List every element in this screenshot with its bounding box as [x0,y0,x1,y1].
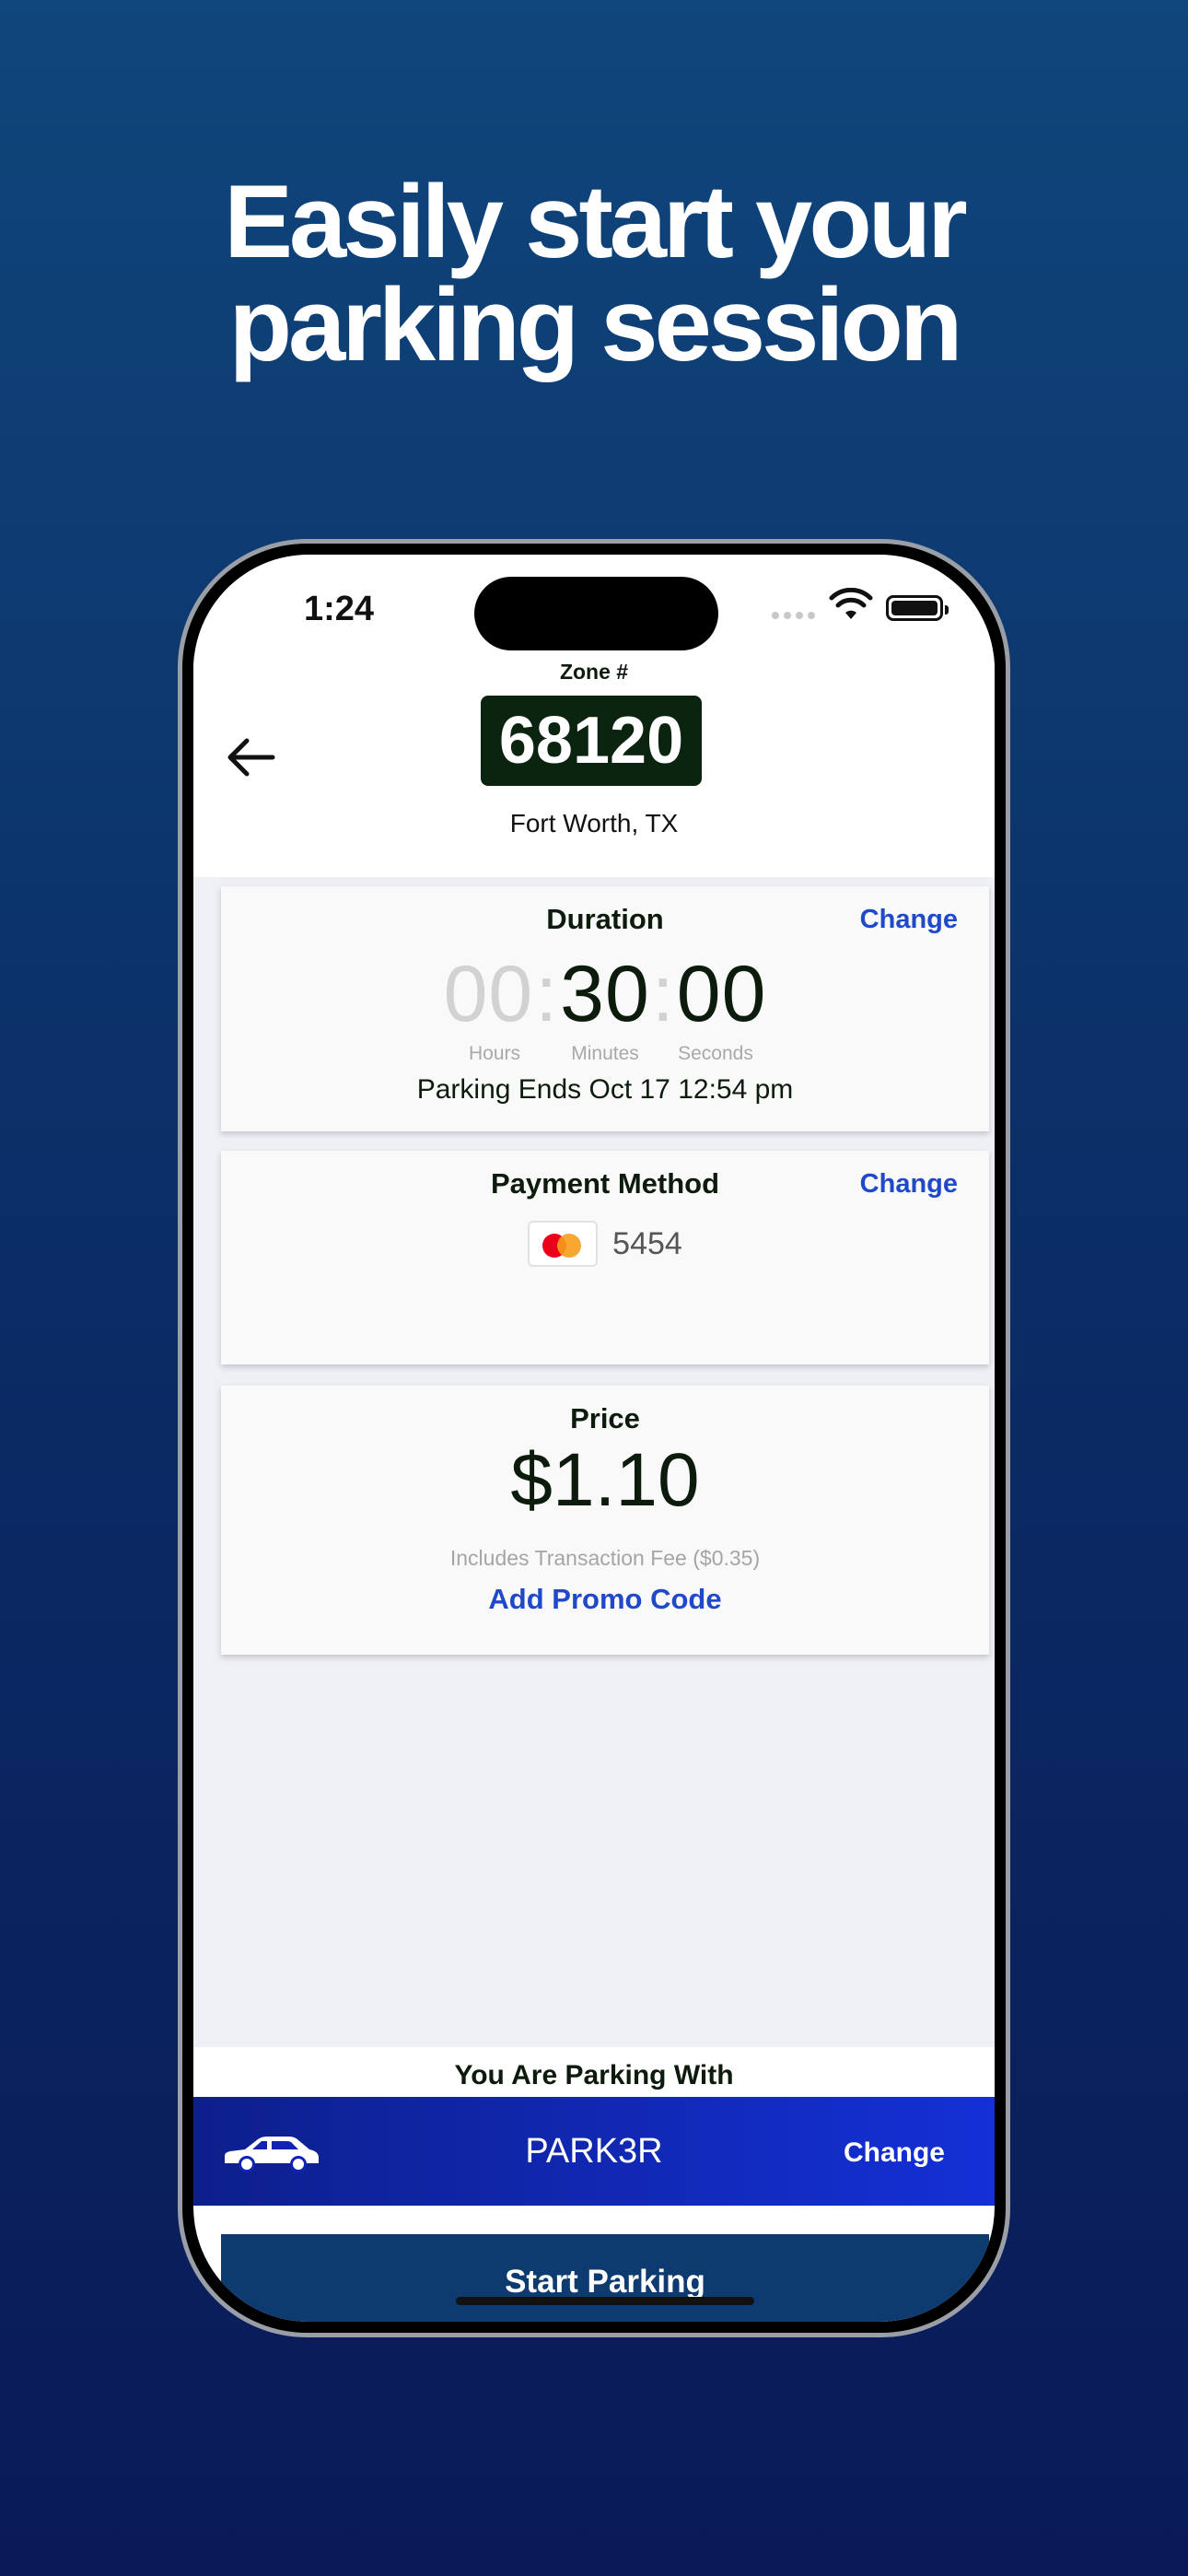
promo-headline: Easily start your parking session [0,170,1188,377]
home-indicator[interactable] [456,2297,754,2305]
zone-number: 68120 [481,696,702,786]
dynamic-island [474,577,718,650]
mastercard-icon [528,1221,599,1267]
timer-separator: : [535,950,559,1038]
price-title: Price [570,1402,640,1434]
status-bar: 1:24 [193,555,995,656]
wifi-icon [829,588,873,619]
change-payment-button[interactable]: Change [860,1169,958,1200]
parking-with-heading: You Are Parking With [193,2047,995,2097]
parking-ends-text: Parking Ends Oct 17 12:54 pm [416,1074,794,1105]
price-amount: $1.10 [510,1438,700,1522]
change-duration-button[interactable]: Change [860,905,958,935]
vehicle-bar: PARK3R Change [193,2097,995,2206]
zone-label: Zone # [559,660,629,684]
payment-method-card: Payment Method Change 5454 [221,1151,989,1364]
price-card: Price $1.10 Includes Transaction Fee ($0… [221,1386,989,1655]
cellular-signal-icon [772,612,815,619]
minutes-label: Minutes [571,1043,639,1064]
promo-headline-line2: parking session [228,267,963,382]
duration-minutes: 30 [560,950,650,1038]
timer-separator: : [651,950,675,1038]
hours-label: Hours [468,1043,521,1064]
card-last4: 5454 [612,1225,682,1261]
back-arrow-icon [227,738,275,777]
promo-headline-line1: Easily start your [224,164,968,279]
status-time: 1:24 [304,590,375,628]
duration-card: Duration Change 00:30:00 Hours Minutes S… [221,886,989,1131]
change-vehicle-button[interactable]: Change [844,2137,945,2169]
selected-payment-card[interactable]: 5454 [221,1221,989,1267]
battery-icon [886,595,949,621]
seconds-label: Seconds [678,1043,753,1064]
session-details: Duration Change 00:30:00 Hours Minutes S… [193,877,995,2047]
start-parking-button[interactable]: Start Parking [221,2234,989,2322]
zone-header: Zone # 68120 Fort Worth, TX [193,656,995,877]
duration-seconds: 00 [676,950,767,1038]
zone-city: Fort Worth, TX [509,809,679,837]
phone-frame: 1:24 Zone # 68120 Fort Worth, TX Duratio… [178,539,1010,2337]
app-screen: 1:24 Zone # 68120 Fort Worth, TX Duratio… [193,555,995,2322]
back-button[interactable] [221,728,280,787]
duration-hours: 00 [443,950,534,1038]
add-promo-code-link[interactable]: Add Promo Code [221,1583,989,1616]
transaction-fee-note: Includes Transaction Fee ($0.35) [449,1546,761,1570]
duration-timer[interactable]: 00:30:00 [221,949,989,1040]
